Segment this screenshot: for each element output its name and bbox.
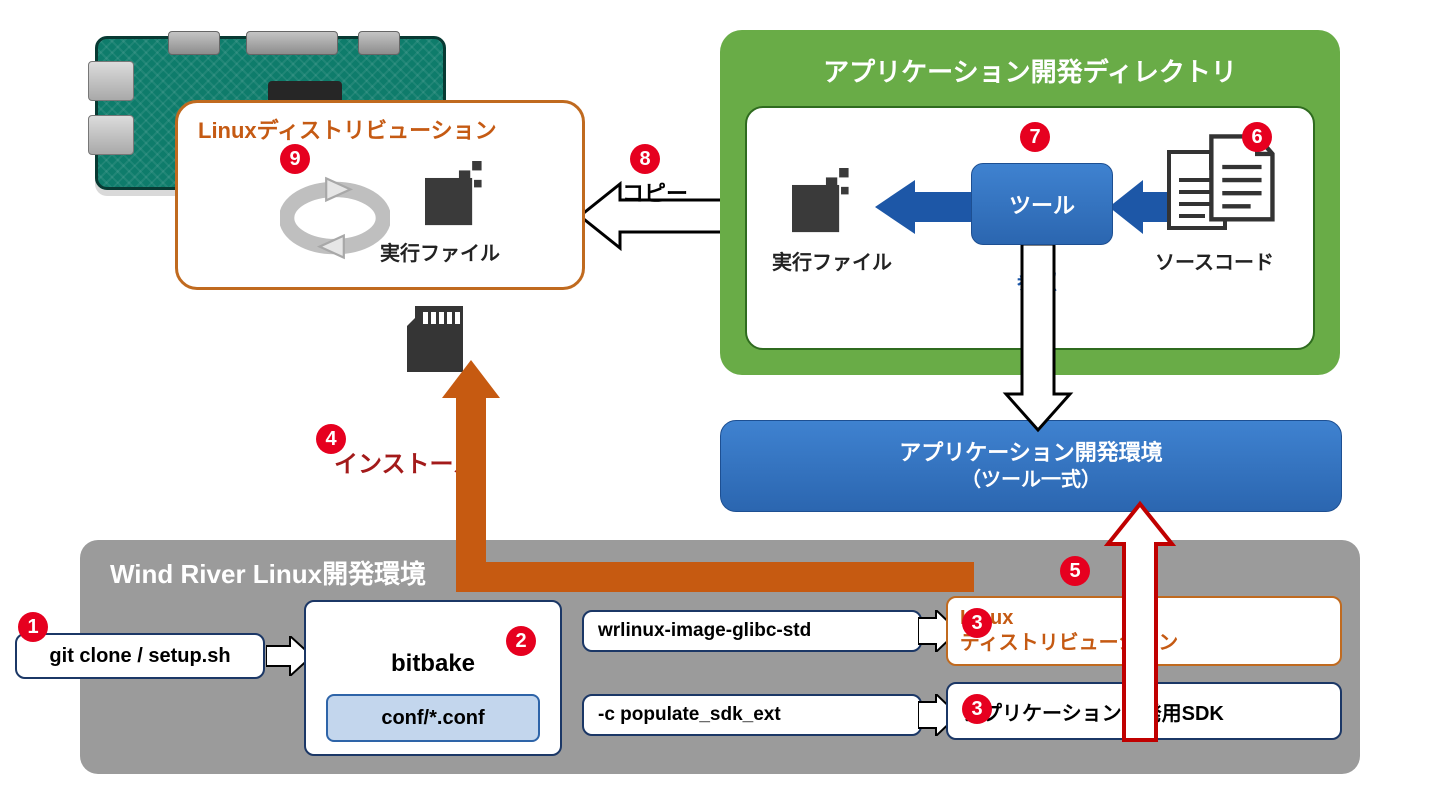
sd-card-icon [407,306,463,372]
executable-icon [792,168,858,234]
badge-3: 3 [962,608,992,638]
badge-2: 2 [506,626,536,656]
badge-1: 1 [18,612,48,642]
badge-6: 6 [1242,122,1272,152]
badge-3: 3 [962,694,992,724]
app-dev-env-box: アプリケーション開発環境 （ツール一式） [720,420,1342,512]
env-line1: アプリケーション開発環境 [899,438,1163,468]
source-code-label: ソースコード [1155,246,1274,275]
executable-icon [425,161,491,227]
app-dev-directory: アプリケーション開発ディレクトリ 実行ファイル ツール 参照 [720,30,1340,375]
out1-line2: ディストリビューション [960,632,1178,654]
badge-7: 7 [1020,122,1050,152]
env-line2: （ツール一式） [961,467,1101,494]
output-distro-box: Linux ディストリビューション [946,596,1342,666]
distro-title: Linuxディストリビューション [198,113,497,145]
distro-card: Linuxディストリビューション 実行ファイル [175,100,585,290]
output-sdk-box: アプリケーション開発用SDK [946,682,1342,740]
badge-8: 8 [630,144,660,174]
badge-9: 9 [280,144,310,174]
exec-file-label: 実行ファイル [380,237,500,266]
diagram-canvas: Linuxディストリビューション 実行ファイル [0,0,1440,809]
dev-env-title: Wind River Linux開発環境 [110,554,426,591]
cmd-image-box: wrlinux-image-glibc-std [582,610,922,652]
cycle-arrows-icon [280,163,390,273]
app-dev-directory-title: アプリケーション開発ディレクトリ [720,52,1340,89]
exec-file-label: 実行ファイル [772,246,892,275]
copy-label: コピー [622,176,688,208]
install-label: インストール [334,444,478,479]
conf-box: conf/*.conf [326,694,540,742]
git-clone-box: git clone / setup.sh [15,633,265,679]
badge-5: 5 [1060,556,1090,586]
reference-label: 参照 [1017,266,1057,295]
tool-to-exec-arrow [875,180,985,234]
cmd-sdk-box: -c populate_sdk_ext [582,694,922,736]
wind-river-dev-env: Wind River Linux開発環境 git clone / setup.s… [80,540,1360,774]
bitbake-box: bitbake conf/*.conf [304,600,562,756]
tool-box: ツール [971,163,1113,245]
badge-4: 4 [316,424,346,454]
